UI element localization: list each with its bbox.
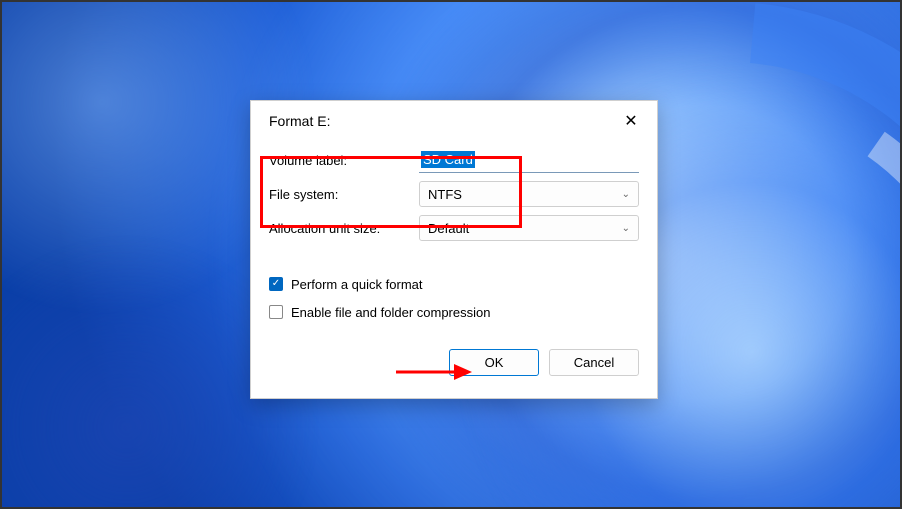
file-system-label: File system: (269, 187, 419, 202)
volume-label-input[interactable]: SD Card (419, 147, 639, 173)
compression-label: Enable file and folder compression (291, 305, 490, 320)
volume-label-text: Volume label: (269, 153, 419, 168)
allocation-unit-dropdown[interactable]: Default ⌄ (419, 215, 639, 241)
ok-button[interactable]: OK (449, 349, 539, 376)
compression-checkbox[interactable] (269, 305, 283, 319)
format-dialog: Format E: ✕ Volume label: SD Card File s… (250, 100, 658, 399)
dialog-title: Format E: (269, 113, 330, 129)
compression-row[interactable]: Enable file and folder compression (269, 299, 639, 325)
dialog-titlebar: Format E: ✕ (251, 101, 657, 137)
cancel-button[interactable]: Cancel (549, 349, 639, 376)
dialog-buttons: OK Cancel (269, 349, 639, 384)
file-system-value: NTFS (428, 187, 462, 202)
volume-label-value: SD Card (421, 151, 475, 168)
quick-format-checkbox[interactable]: ✓ (269, 277, 283, 291)
chevron-down-icon: ⌄ (622, 189, 630, 200)
file-system-row: File system: NTFS ⌄ (269, 177, 639, 211)
close-icon: ✕ (624, 111, 637, 131)
close-button[interactable]: ✕ (617, 107, 645, 135)
chevron-down-icon: ⌄ (622, 223, 630, 234)
quick-format-label: Perform a quick format (291, 277, 423, 292)
file-system-dropdown[interactable]: NTFS ⌄ (419, 181, 639, 207)
quick-format-row[interactable]: ✓ Perform a quick format (269, 271, 639, 297)
allocation-unit-row: Allocation unit size: Default ⌄ (269, 211, 639, 245)
volume-label-row: Volume label: SD Card (269, 143, 639, 177)
allocation-unit-value: Default (428, 221, 469, 236)
allocation-unit-label: Allocation unit size: (269, 221, 419, 236)
